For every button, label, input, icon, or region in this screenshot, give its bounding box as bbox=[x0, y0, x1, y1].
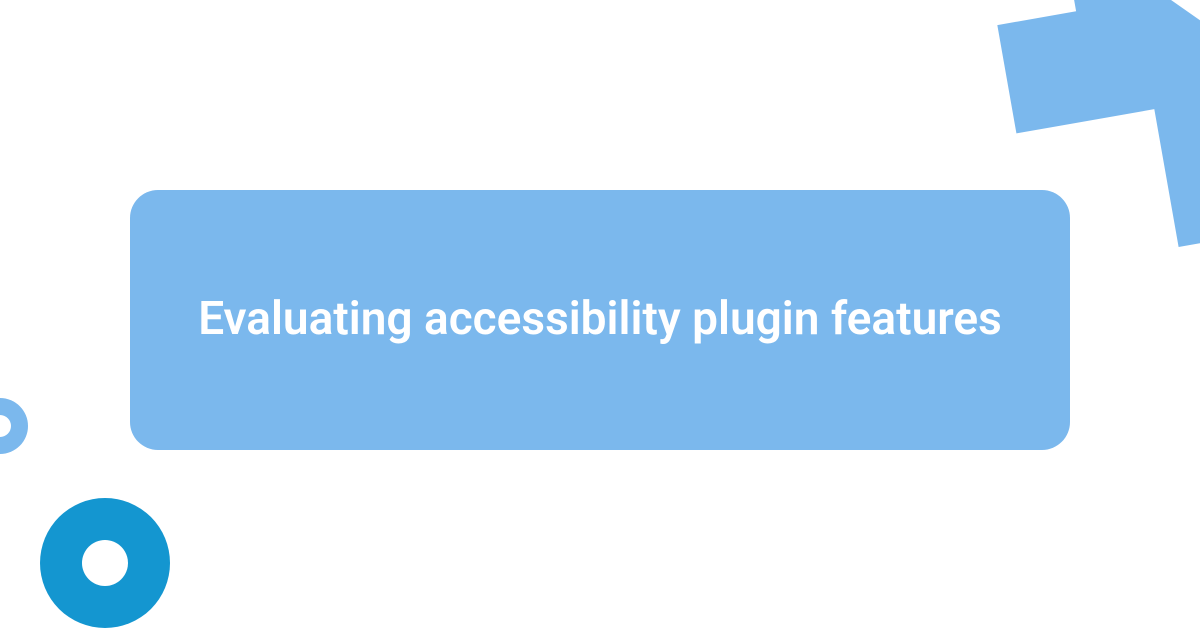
title-card: Evaluating accessibility plugin features bbox=[130, 190, 1070, 450]
decorative-ring-small bbox=[0, 398, 28, 454]
page-title: Evaluating accessibility plugin features bbox=[198, 291, 1002, 349]
decorative-ring-large bbox=[40, 498, 170, 628]
